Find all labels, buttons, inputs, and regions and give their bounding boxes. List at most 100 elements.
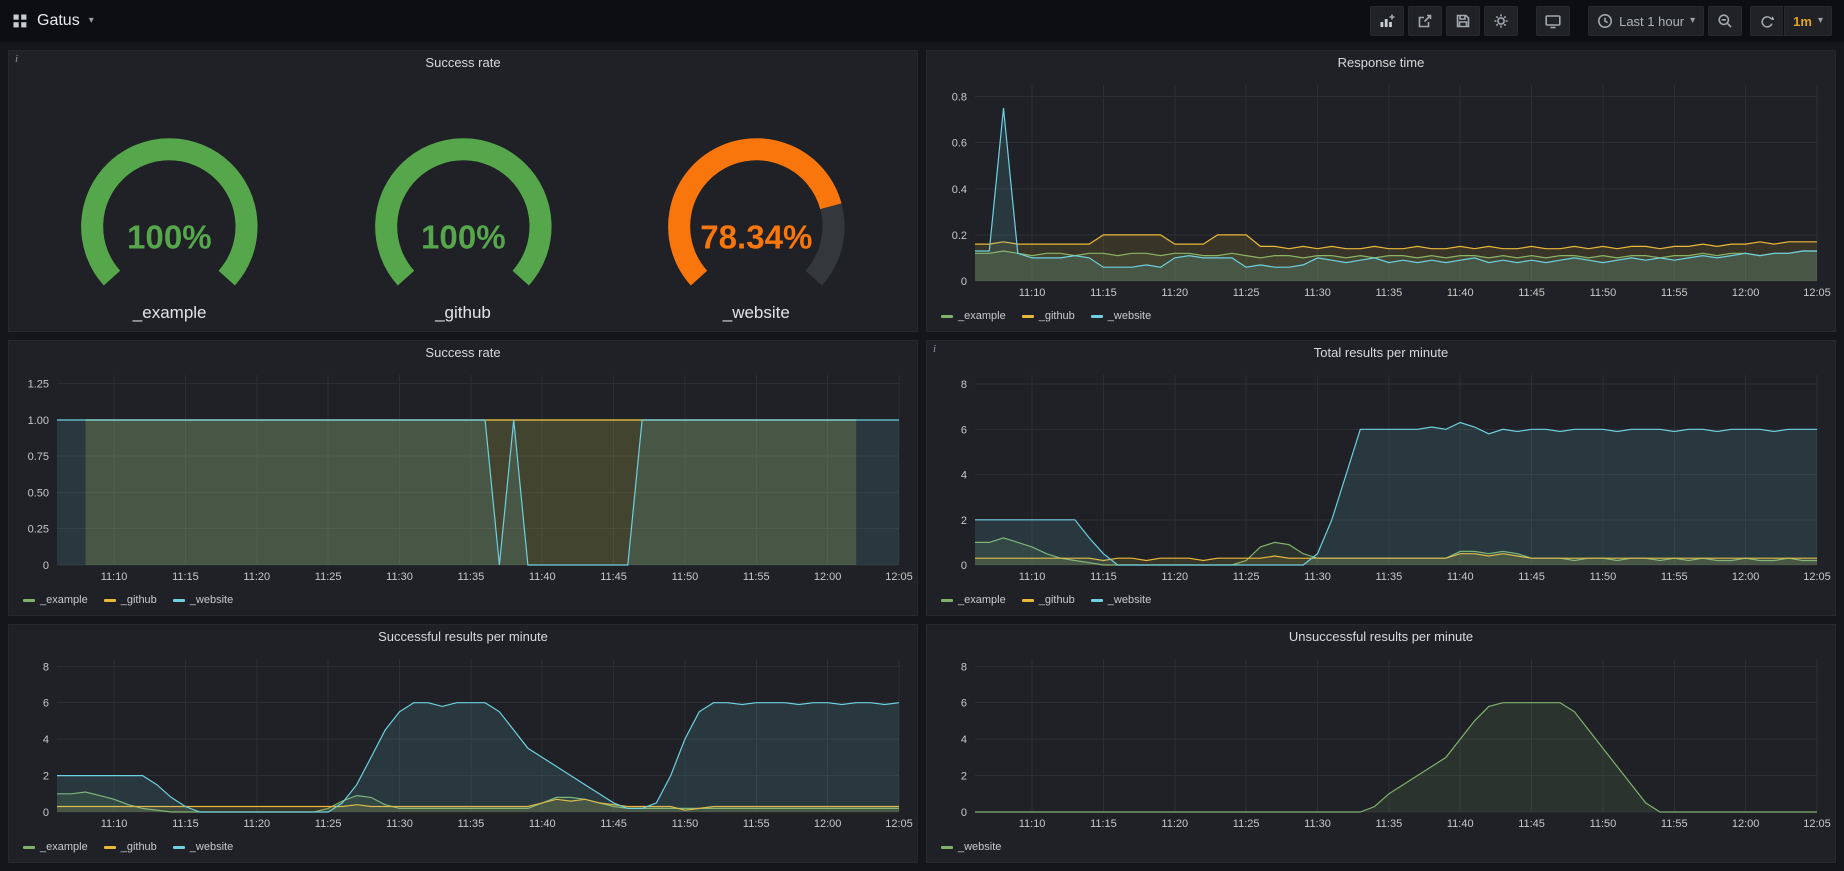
legend-item-_github[interactable]: _github (104, 841, 157, 853)
chart-canvas[interactable]: 11:1011:1511:2011:2511:3011:3511:4011:45… (9, 649, 917, 836)
legend-item-_website[interactable]: _website (1091, 310, 1151, 322)
legend-label: _website (1108, 594, 1151, 606)
chart-total-results[interactable]: 11:1011:1511:2011:2511:3011:3511:4011:45… (927, 365, 1835, 589)
dashboard-title[interactable]: Gatus (37, 12, 80, 30)
x-tick-label: 11:35 (1376, 818, 1403, 830)
legend-item-_website[interactable]: _website (1091, 594, 1151, 606)
legend-swatch (1022, 315, 1034, 318)
add-panel-button[interactable] (1370, 6, 1404, 36)
x-tick-label: 11:40 (1447, 818, 1474, 830)
legend-swatch (23, 599, 35, 602)
legend-swatch (941, 846, 953, 849)
x-tick-label: 11:45 (600, 571, 627, 583)
x-tick-label: 11:20 (243, 571, 270, 583)
legend-label: _github (1039, 594, 1075, 606)
panel-total-results: i Total results per minute 11:1011:1511:… (926, 340, 1836, 616)
x-tick-label: 11:30 (1304, 818, 1331, 830)
panel-info-icon[interactable]: i (15, 53, 18, 65)
x-tick-label: 12:05 (1803, 818, 1831, 830)
x-tick-label: 11:35 (1376, 287, 1403, 299)
panel-title[interactable]: Successful results per minute (9, 625, 917, 649)
legend-item-_github[interactable]: _github (104, 594, 157, 606)
x-tick-label: 12:05 (885, 818, 913, 830)
x-tick-label: 11:45 (600, 818, 627, 830)
chart-successful-results[interactable]: 11:1011:1511:2011:2511:3011:3511:4011:45… (9, 649, 917, 836)
panel-success-rate-timeseries: Success rate 11:1011:1511:2011:2511:3011… (8, 340, 918, 616)
panel-title[interactable]: Total results per minute (927, 341, 1835, 365)
x-tick-label: 11:30 (1304, 571, 1331, 583)
x-tick-label: 11:25 (1233, 571, 1260, 583)
x-tick-label: 12:00 (1732, 287, 1760, 299)
chart-legend: _example _github _website (9, 836, 917, 862)
x-tick-label: 11:10 (1019, 287, 1046, 299)
chart-canvas[interactable]: 11:1011:1511:2011:2511:3011:3511:4011:45… (927, 75, 1835, 305)
gauge-value: 78.34% (700, 219, 812, 256)
y-tick-label: 0.8 (952, 92, 967, 104)
legend-swatch (104, 846, 116, 849)
x-tick-label: 11:30 (1304, 287, 1331, 299)
chart-unsuccessful-results[interactable]: 11:1011:1511:2011:2511:3011:3511:4011:45… (927, 649, 1835, 836)
panel-info-icon[interactable]: i (933, 343, 936, 355)
legend-item-_github[interactable]: _github (1022, 594, 1075, 606)
x-tick-label: 12:00 (1732, 818, 1760, 830)
chart-response-time[interactable]: 11:1011:1511:2011:2511:3011:3511:4011:45… (927, 75, 1835, 305)
legend-item-_github[interactable]: _github (1022, 310, 1075, 322)
panel-title[interactable]: Response time (927, 51, 1835, 75)
legend-swatch (1091, 599, 1103, 602)
x-tick-label: 11:50 (1590, 571, 1617, 583)
legend-item-_website[interactable]: _website (941, 841, 1001, 853)
chart-canvas[interactable]: 11:1011:1511:2011:2511:3011:3511:4011:45… (927, 649, 1835, 836)
gauge-_website: 78.34% _website (616, 77, 898, 323)
dashboard-caret-icon[interactable]: ▾ (89, 16, 94, 26)
dashboards-grid-icon[interactable] (12, 13, 28, 29)
zoom-out-button[interactable] (1708, 6, 1742, 36)
x-tick-label: 11:10 (101, 571, 128, 583)
y-tick-label: 4 (43, 734, 49, 746)
x-tick-label: 12:05 (1803, 287, 1831, 299)
x-tick-label: 11:55 (743, 571, 770, 583)
legend-item-_example[interactable]: _example (23, 594, 88, 606)
panel-response-time: Response time 11:1011:1511:2011:2511:301… (926, 50, 1836, 332)
legend-label: _github (121, 841, 157, 853)
panel-successful-results: Successful results per minute 11:1011:15… (8, 624, 918, 863)
refresh-button[interactable] (1750, 6, 1784, 36)
share-button[interactable] (1408, 6, 1442, 36)
chart-legend: _example _github _website (927, 305, 1835, 331)
y-tick-label: 0.2 (952, 230, 967, 242)
tv-mode-button[interactable] (1536, 6, 1570, 36)
refresh-interval-caret-icon: ▾ (1818, 16, 1823, 26)
x-tick-label: 11:30 (386, 571, 413, 583)
legend-swatch (173, 599, 185, 602)
panel-title[interactable]: Unsuccessful results per minute (927, 625, 1835, 649)
legend-swatch (941, 599, 953, 602)
legend-swatch (1091, 315, 1103, 318)
legend-item-_website[interactable]: _website (173, 841, 233, 853)
x-tick-label: 11:55 (1661, 571, 1688, 583)
legend-item-_example[interactable]: _example (941, 594, 1006, 606)
chart-canvas[interactable]: 11:1011:1511:2011:2511:3011:3511:4011:45… (9, 365, 917, 589)
panel-title[interactable]: Success rate (9, 341, 917, 365)
y-tick-label: 0.4 (952, 184, 967, 196)
legend-item-_website[interactable]: _website (173, 594, 233, 606)
legend-swatch (173, 846, 185, 849)
gauge-label: _website (723, 303, 790, 323)
chart-canvas[interactable]: 11:1011:1511:2011:2511:3011:3511:4011:45… (927, 365, 1835, 589)
save-button[interactable] (1446, 6, 1480, 36)
legend-item-_example[interactable]: _example (941, 310, 1006, 322)
x-tick-label: 11:25 (1233, 287, 1260, 299)
navbar: Gatus ▾ (0, 0, 1844, 42)
x-tick-label: 11:20 (1161, 571, 1188, 583)
legend-item-_example[interactable]: _example (23, 841, 88, 853)
y-tick-label: 0.50 (28, 487, 49, 499)
refresh-interval-dropdown[interactable]: 1m ▾ (1784, 6, 1832, 36)
x-tick-label: 11:15 (172, 818, 199, 830)
x-tick-label: 12:05 (885, 571, 913, 583)
y-tick-label: 8 (961, 379, 967, 391)
settings-gear-icon-button[interactable] (1484, 6, 1518, 36)
x-tick-label: 11:35 (458, 818, 485, 830)
chart-success-rate[interactable]: 11:1011:1511:2011:2511:3011:3511:4011:45… (9, 365, 917, 589)
panel-title[interactable]: Success rate (9, 51, 917, 75)
time-range-picker[interactable]: Last 1 hour ▾ (1588, 6, 1704, 36)
x-tick-label: 12:00 (814, 571, 842, 583)
y-tick-label: 2 (43, 771, 49, 783)
